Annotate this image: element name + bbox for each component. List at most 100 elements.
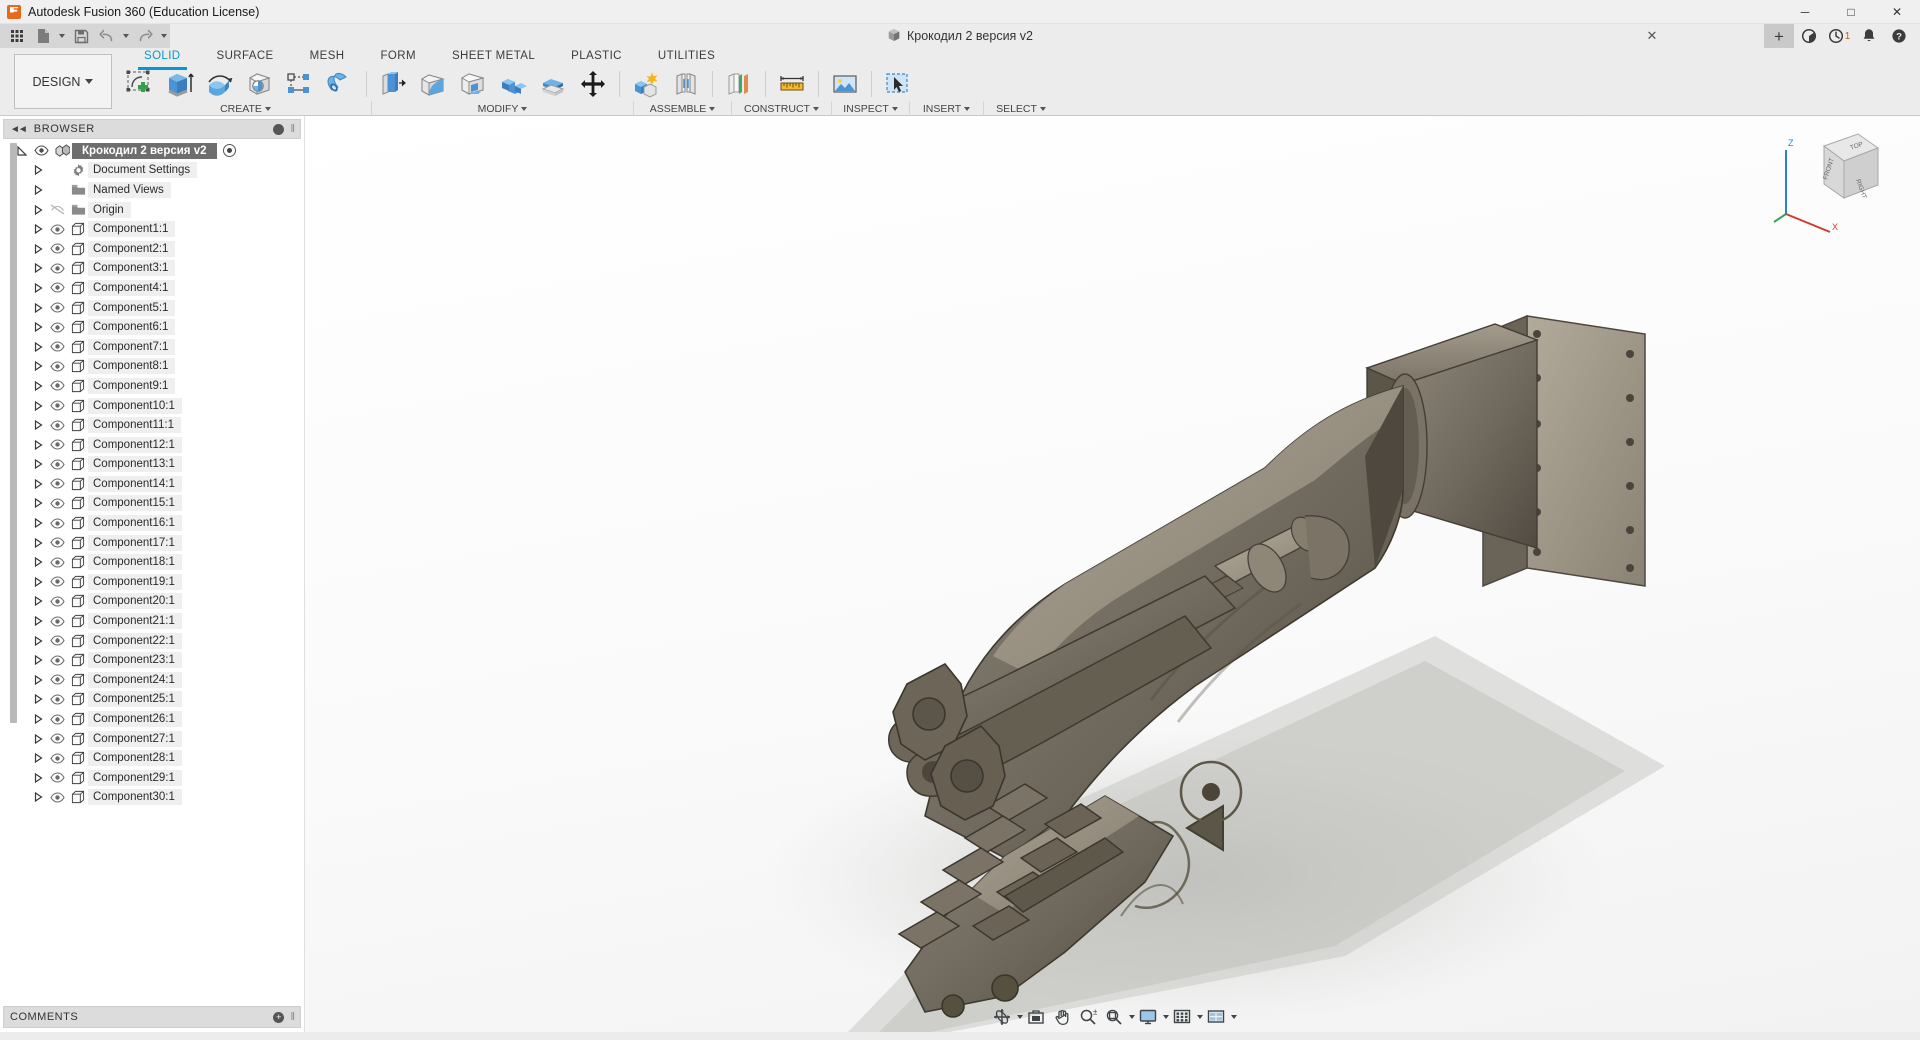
tab-mesh[interactable]: MESH — [292, 48, 363, 67]
arrow-collapsed-icon[interactable] — [30, 416, 46, 435]
group-label-modify[interactable]: MODIFY — [372, 101, 634, 116]
tree-row-component8-1[interactable]: Component8:1 — [0, 357, 304, 377]
redo-dropdown-caret[interactable] — [158, 25, 170, 47]
app-grid-icon[interactable] — [4, 25, 30, 47]
activate-component-radio[interactable] — [222, 144, 236, 158]
tab-utilities[interactable]: UTILITIES — [640, 48, 733, 67]
tree-row-component2-1[interactable]: Component2:1 — [0, 239, 304, 259]
fillet-icon[interactable] — [413, 67, 453, 101]
zoom-icon[interactable]: ± — [1075, 1004, 1101, 1030]
eye-visible-icon[interactable] — [46, 220, 68, 239]
eye-visible-icon[interactable] — [46, 474, 68, 493]
panel-grip-icon[interactable]: ‖ — [290, 1011, 294, 1023]
arrow-collapsed-icon[interactable] — [30, 455, 46, 474]
arrow-collapsed-icon[interactable] — [30, 435, 46, 454]
arrow-collapsed-icon[interactable] — [30, 494, 46, 513]
eye-visible-icon[interactable] — [46, 710, 68, 729]
viewports-icon[interactable] — [1203, 1004, 1229, 1030]
tree-row-component13-1[interactable]: Component13:1 — [0, 455, 304, 475]
arrow-collapsed-icon[interactable] — [30, 710, 46, 729]
shell-icon[interactable] — [453, 67, 493, 101]
arrow-collapsed-icon[interactable] — [30, 612, 46, 631]
insert-image-icon[interactable] — [825, 67, 865, 101]
arrow-collapsed-icon[interactable] — [30, 553, 46, 572]
arrow-collapsed-icon[interactable] — [30, 278, 46, 297]
tree-row-component3-1[interactable]: Component3:1 — [0, 259, 304, 279]
grid-snaps-icon[interactable] — [1169, 1004, 1195, 1030]
new-component-icon[interactable] — [626, 67, 666, 101]
tree-row-component17-1[interactable]: Component17:1 — [0, 533, 304, 553]
arrow-collapsed-icon[interactable] — [30, 474, 46, 493]
tree-row-component24-1[interactable]: Component24:1 — [0, 670, 304, 690]
tree-row-component21-1[interactable]: Component21:1 — [0, 611, 304, 631]
eye-visible-icon[interactable] — [46, 259, 68, 278]
eye-visible-icon[interactable] — [46, 435, 68, 454]
comments-panel-header[interactable]: COMMENTS + ‖ — [3, 1006, 301, 1028]
eye-visible-icon[interactable] — [46, 788, 68, 807]
panel-options-icon[interactable] — [273, 123, 285, 135]
tree-row-component26-1[interactable]: Component26:1 — [0, 709, 304, 729]
arrow-collapsed-icon[interactable] — [30, 514, 46, 533]
arrow-collapsed-icon[interactable] — [30, 161, 46, 180]
arrow-collapsed-icon[interactable] — [30, 318, 46, 337]
model-crocodile-shear[interactable] — [305, 116, 1920, 1032]
close-document-tab-button[interactable]: ✕ — [1644, 28, 1660, 44]
tree-row-component23-1[interactable]: Component23:1 — [0, 650, 304, 670]
maximize-button[interactable]: □ — [1828, 0, 1874, 24]
bell-icon[interactable] — [1854, 24, 1884, 48]
undo-dropdown-caret[interactable] — [120, 25, 132, 47]
tree-row-component29-1[interactable]: Component29:1 — [0, 768, 304, 788]
eye-visible-icon[interactable] — [46, 749, 68, 768]
group-label-assemble[interactable]: ASSEMBLE — [634, 101, 732, 116]
select-cursor-icon[interactable] — [878, 67, 918, 101]
tree-row-component27-1[interactable]: Component27:1 — [0, 729, 304, 749]
browser-tree[interactable]: Крокодил 2 версия v2 Document Settings Na… — [0, 139, 304, 1006]
tree-row-component5-1[interactable]: Component5:1 — [0, 298, 304, 318]
arrow-collapsed-icon[interactable] — [30, 749, 46, 768]
tree-row-component1-1[interactable]: Component1:1 — [0, 219, 304, 239]
tree-row-component6-1[interactable]: Component6:1 — [0, 317, 304, 337]
tree-row-component30-1[interactable]: Component30:1 — [0, 788, 304, 808]
tree-row-component12-1[interactable]: Component12:1 — [0, 435, 304, 455]
hole-icon[interactable] — [240, 67, 280, 101]
eye-visible-icon[interactable] — [46, 768, 68, 787]
tree-row-component10-1[interactable]: Component10:1 — [0, 396, 304, 416]
eye-visible-icon[interactable] — [46, 337, 68, 356]
arrow-collapsed-icon[interactable] — [30, 533, 46, 552]
arrow-collapsed-icon[interactable] — [30, 259, 46, 278]
press-pull-icon[interactable] — [373, 67, 413, 101]
arrow-collapsed-icon[interactable] — [30, 337, 46, 356]
extensions-icon[interactable] — [1794, 24, 1824, 48]
arrow-collapsed-icon[interactable] — [30, 788, 46, 807]
tree-row-root[interactable]: Крокодил 2 версия v2 — [0, 141, 304, 161]
arrow-collapsed-icon[interactable] — [30, 729, 46, 748]
tab-plastic[interactable]: PLASTIC — [553, 48, 640, 67]
extrude-icon[interactable] — [160, 67, 200, 101]
canvas-3d-viewport[interactable]: Z X TOP FRONT RIGHT ± — [305, 116, 1920, 1032]
eye-visible-icon[interactable] — [30, 141, 52, 160]
arrow-collapsed-icon[interactable] — [30, 572, 46, 591]
measure-icon[interactable] — [772, 67, 812, 101]
eye-visible-icon[interactable] — [46, 612, 68, 631]
group-label-select[interactable]: SELECT — [984, 101, 1058, 116]
create-sketch-icon[interactable] — [120, 67, 160, 101]
eye-visible-icon[interactable] — [46, 514, 68, 533]
new-file-icon[interactable] — [30, 25, 56, 47]
arrow-collapsed-icon[interactable] — [30, 239, 46, 258]
eye-visible-icon[interactable] — [46, 690, 68, 709]
eye-visible-icon[interactable] — [46, 416, 68, 435]
tree-row-origin[interactable]: Origin — [0, 200, 304, 220]
tab-form[interactable]: FORM — [362, 48, 433, 67]
group-label-inspect[interactable]: INSPECT — [832, 101, 910, 116]
pattern-icon[interactable] — [280, 67, 320, 101]
tree-row-component15-1[interactable]: Component15:1 — [0, 494, 304, 514]
panel-grip-icon[interactable]: ‖ — [290, 123, 294, 135]
tree-row-document-settings[interactable]: Document Settings — [0, 161, 304, 181]
collapse-left-icon[interactable]: ◄◄ — [10, 124, 28, 135]
pipe-icon[interactable] — [320, 67, 360, 101]
tree-row-component25-1[interactable]: Component25:1 — [0, 690, 304, 710]
eye-visible-icon[interactable] — [46, 376, 68, 395]
tab-sheet-metal[interactable]: SHEET METAL — [434, 48, 553, 67]
arrow-collapsed-icon[interactable] — [30, 651, 46, 670]
arrow-collapsed-icon[interactable] — [30, 357, 46, 376]
